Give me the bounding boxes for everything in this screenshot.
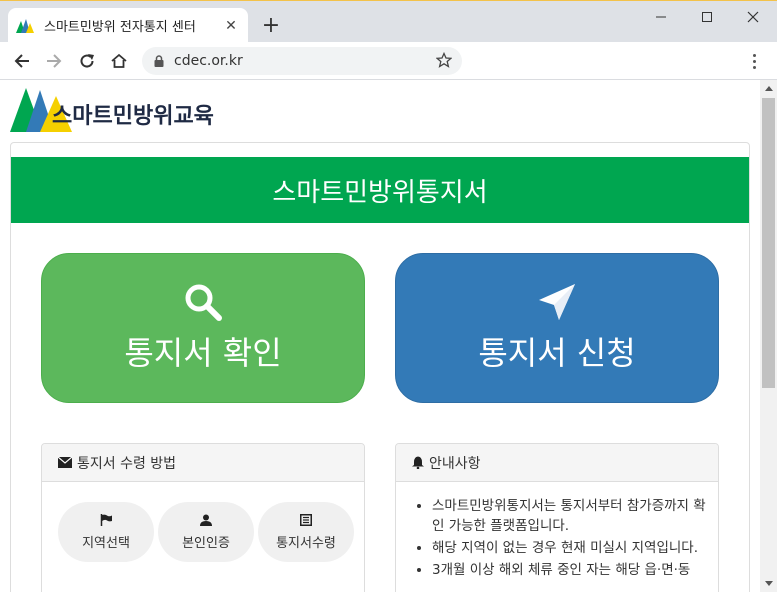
step-notice-receive[interactable]: 통지서수령 — [258, 502, 354, 562]
page-banner: 스마트민방위통지서 — [11, 157, 749, 223]
page-title: 스마트민방위통지서 — [272, 177, 488, 208]
bookmark-star-icon[interactable] — [436, 52, 452, 68]
user-icon — [200, 514, 212, 526]
scroll-up-button[interactable] — [760, 80, 777, 97]
list-item: 3개월 이상 해외 체류 중인 자는 해당 읍·면·동 — [432, 560, 706, 580]
main-panel: 스마트민방위통지서 통지서 확인 통지서 신청 통지서 수령 방법 지역선택 본… — [10, 142, 750, 592]
tab-strip: 스마트민방위 전자통지 센터 ✕ + — [0, 0, 777, 43]
bell-icon — [412, 456, 424, 469]
search-icon — [185, 284, 222, 321]
list-item: 해당 지역이 없는 경우 현재 미실시 지역입니다. — [432, 538, 706, 558]
notice-check-button[interactable]: 통지서 확인 — [41, 253, 365, 403]
receive-method-steps: 지역선택 본인인증 통지서수령 — [42, 482, 364, 562]
scroll-down-button[interactable] — [760, 575, 777, 592]
notice-info-header: 안내사항 — [396, 444, 718, 482]
document-icon — [300, 513, 312, 526]
home-icon — [111, 53, 127, 68]
browser-tab[interactable]: 스마트민방위 전자통지 센터 ✕ — [8, 8, 248, 43]
flag-icon — [100, 513, 112, 526]
minimize-button[interactable] — [638, 4, 684, 30]
forward-arrow-icon — [47, 54, 62, 68]
scroll-up-icon — [764, 86, 773, 91]
paper-plane-icon — [539, 284, 575, 320]
list-item: 스마트민방위통지서는 통지서부터 참가증까지 확인 가능한 플랫폼입니다. — [432, 496, 706, 536]
notice-list: 스마트민방위통지서는 통지서부터 참가증까지 확인 가능한 플랫폼입니다. 해당… — [396, 482, 718, 580]
browser-menu-button[interactable] — [744, 48, 764, 74]
step-identity-label: 본인인증 — [182, 535, 230, 551]
tab-title: 스마트민방위 전자통지 센터 — [44, 20, 196, 35]
minimize-icon — [656, 16, 666, 18]
notice-info-card: 안내사항 스마트민방위통지서는 통지서부터 참가증까지 확인 가능한 플랫폼입니… — [395, 443, 719, 592]
new-tab-button[interactable]: + — [258, 13, 284, 39]
browser-toolbar: cdec.or.kr — [0, 42, 777, 80]
close-icon — [747, 11, 759, 23]
logo-text: 스마트민방위교육 — [52, 104, 214, 129]
notice-apply-button[interactable]: 통지서 신청 — [395, 253, 719, 403]
lock-icon — [154, 55, 164, 67]
scroll-down-icon — [764, 581, 773, 586]
notice-check-label: 통지서 확인 — [124, 334, 282, 372]
site-logo[interactable]: 스마트민방위교육 — [10, 84, 214, 132]
page-viewport: 스마트민방위교육 스마트민방위통지서 통지서 확인 통지서 신청 통지서 수령 … — [0, 80, 760, 592]
receive-method-header: 통지서 수령 방법 — [42, 444, 364, 482]
close-window-button[interactable] — [730, 4, 776, 30]
url-text: cdec.or.kr — [174, 53, 243, 69]
notice-apply-label: 통지서 신청 — [478, 334, 636, 372]
reload-icon — [80, 54, 94, 68]
envelope-icon — [58, 457, 72, 468]
step-region-label: 지역선택 — [82, 535, 130, 551]
scroll-thumb[interactable] — [762, 98, 775, 388]
back-button[interactable] — [9, 48, 35, 74]
back-arrow-icon — [14, 54, 29, 68]
step-identity-verify[interactable]: 본인인증 — [158, 502, 254, 562]
receive-method-card: 통지서 수령 방법 지역선택 본인인증 통지서수령 — [41, 443, 365, 592]
maximize-icon — [702, 12, 712, 22]
forward-button[interactable] — [41, 48, 67, 74]
tab-close-icon[interactable]: ✕ — [222, 17, 240, 35]
step-receive-label: 통지서수령 — [276, 535, 336, 551]
maximize-button[interactable] — [684, 4, 730, 30]
receive-method-title: 통지서 수령 방법 — [77, 455, 177, 472]
address-bar[interactable]: cdec.or.kr — [142, 47, 462, 75]
site-favicon-icon — [16, 18, 34, 33]
home-button[interactable] — [106, 48, 132, 74]
reload-button[interactable] — [74, 48, 100, 74]
step-region-select[interactable]: 지역선택 — [58, 502, 154, 562]
page-scrollbar[interactable] — [760, 80, 777, 592]
notice-info-title: 안내사항 — [429, 455, 481, 472]
